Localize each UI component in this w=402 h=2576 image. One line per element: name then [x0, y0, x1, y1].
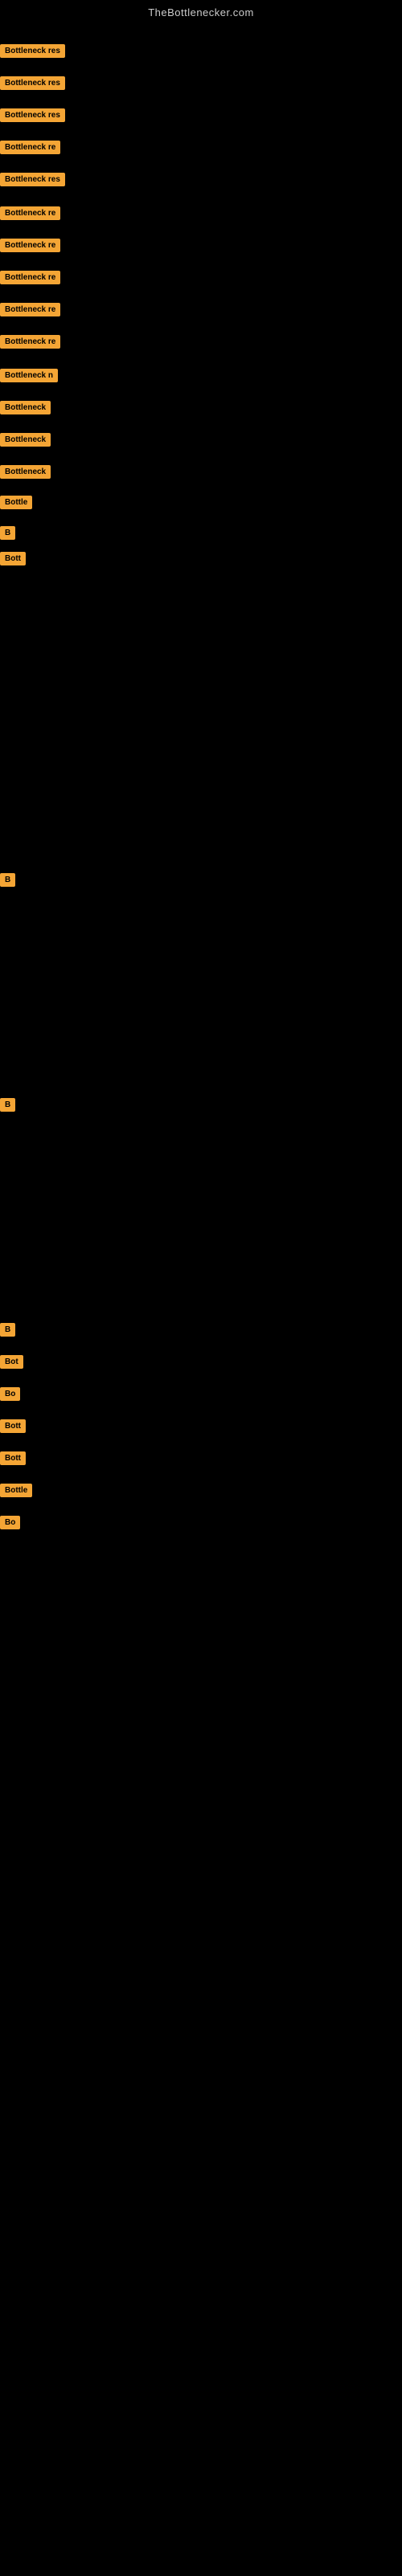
bottleneck-badge[interactable]: Bottleneck res	[0, 76, 65, 90]
bottleneck-badge[interactable]: Bottleneck res	[0, 173, 65, 186]
bottleneck-badge[interactable]: Bottleneck re	[0, 239, 60, 252]
bottleneck-badge[interactable]: Bott	[0, 1419, 26, 1433]
site-title: TheBottlenecker.com	[0, 0, 402, 22]
bottleneck-badge[interactable]: Bottleneck re	[0, 303, 60, 316]
bottleneck-badge[interactable]: Bottle	[0, 1484, 32, 1497]
bottleneck-badge[interactable]: B	[0, 873, 15, 887]
bottleneck-badge[interactable]: Bottleneck res	[0, 44, 65, 58]
bottleneck-badge[interactable]: Bottle	[0, 496, 32, 509]
bottleneck-badge[interactable]: Bottleneck	[0, 401, 51, 414]
bottleneck-badge[interactable]: Bottleneck	[0, 433, 51, 447]
bottleneck-badge[interactable]: Bottleneck re	[0, 271, 60, 284]
bottleneck-badge[interactable]: Bottleneck n	[0, 369, 58, 382]
bottleneck-badge[interactable]: Bott	[0, 552, 26, 565]
bottleneck-badge[interactable]: B	[0, 526, 15, 540]
bottleneck-badge[interactable]: B	[0, 1323, 15, 1337]
bottleneck-badge[interactable]: Bottleneck re	[0, 206, 60, 220]
bottleneck-badge[interactable]: Bott	[0, 1451, 26, 1465]
bottleneck-badge[interactable]: Bottleneck re	[0, 141, 60, 154]
bottleneck-badge[interactable]: Bot	[0, 1355, 23, 1369]
bottleneck-badge[interactable]: Bo	[0, 1516, 20, 1529]
bottleneck-badge[interactable]: Bottleneck	[0, 465, 51, 479]
bottleneck-badge[interactable]: Bottleneck res	[0, 108, 65, 122]
bottleneck-badge[interactable]: Bottleneck re	[0, 335, 60, 349]
bottleneck-badge[interactable]: Bo	[0, 1387, 20, 1401]
bottleneck-badge[interactable]: B	[0, 1098, 15, 1112]
